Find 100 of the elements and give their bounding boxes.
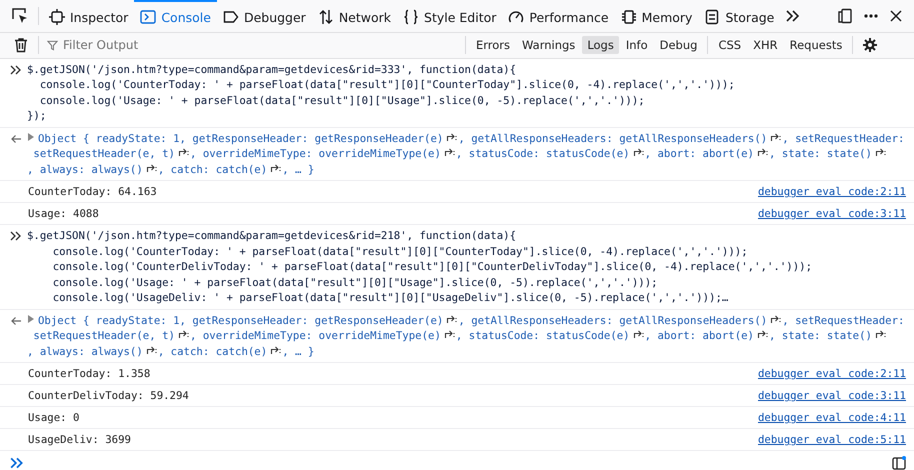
object-preview-text: Object { readyState: 1, getResponseHeader: [38, 312, 308, 328]
object-preview-text: abort(e) [702, 328, 754, 344]
object-preview-text: statusCode(e) [546, 146, 630, 162]
devtools-tab[interactable]: Style Editor [397, 0, 502, 32]
object-preview-text: , getAllResponseHeaders: [458, 312, 613, 328]
expand-triangle-icon[interactable] [27, 132, 35, 142]
source-location-link[interactable]: debugger eval code:3:11 [758, 207, 906, 220]
filter-toggle[interactable]: XHR [748, 36, 783, 54]
source-location-link[interactable]: debugger eval code:2:11 [758, 185, 906, 198]
filter-toggle[interactable]: Warnings [517, 36, 580, 54]
jump-to-definition-icon[interactable] [757, 147, 769, 157]
object-preview-text: always() [91, 162, 143, 177]
jump-to-definition-icon[interactable] [446, 314, 458, 324]
jump-to-definition-icon[interactable] [270, 162, 282, 172]
jump-to-definition-icon[interactable] [146, 344, 158, 354]
jump-to-definition-icon[interactable] [146, 162, 158, 172]
object-preview-text: catch(e) [216, 162, 268, 177]
devtools-tab[interactable]: Performance [502, 0, 615, 32]
log-message: Usage: 4088 [28, 207, 99, 220]
filter-output-field[interactable]: Filter Output [63, 38, 183, 52]
input-chevron-icon [10, 230, 22, 242]
filter-toggle[interactable]: Debug [654, 36, 702, 54]
source-location-link[interactable]: debugger eval code:5:11 [758, 433, 906, 446]
object-preview-text: state() [826, 146, 872, 162]
jump-to-definition-icon[interactable] [632, 147, 645, 157]
devtools-tab[interactable]: Debugger [216, 0, 312, 32]
filter-toggle[interactable]: Requests [784, 36, 848, 54]
object-preview-text: , overrideMimeType: [190, 328, 312, 344]
prompt-chevron-icon[interactable] [10, 456, 24, 470]
tab-icon [140, 9, 156, 25]
tab-icon [49, 9, 65, 25]
code-line: console.log('CounterToday: ' + parseFloat(data["result"][0]["CounterToday"].slice(0, -4).replace(',','.'))); [38, 77, 735, 92]
log-message: CounterToday: 64.163 [28, 185, 157, 198]
source-location-link[interactable]: debugger eval code:2:11 [758, 367, 906, 380]
tab-icon [508, 9, 524, 25]
object-preview-text: , always: [27, 162, 85, 177]
jump-to-definition-icon[interactable] [757, 329, 769, 339]
code-line: }); [27, 108, 48, 124]
source-location-link[interactable]: debugger eval code:4:11 [758, 411, 906, 424]
object-preview-text: , catch: [158, 162, 210, 177]
tab-icon [318, 9, 334, 25]
tab-icon [222, 9, 239, 25]
devtools-tab[interactable]: Storage [698, 0, 780, 32]
object-preview-text: , always: [27, 344, 85, 359]
log-message: UsageDeliv: 3699 [28, 433, 131, 446]
object-preview-text: , statusCode: [456, 146, 540, 162]
result-arrow-icon [10, 314, 22, 326]
jump-to-definition-icon[interactable] [444, 147, 456, 157]
object-preview-text: , catch: [158, 344, 210, 359]
object-preview-text: , statusCode: [456, 328, 540, 344]
object-preview-text: getAllResponseHeaders() [619, 130, 768, 146]
object-preview-text: getAllResponseHeaders() [619, 312, 768, 328]
tab-icon [704, 9, 720, 25]
code-line: console.log('CounterDelivToday: ' + parseFloat(data["result"][0]["CounterDelivToday"].slice(0, -4).replace(',','.'))); [52, 259, 812, 274]
filter-toggle[interactable]: CSS [713, 36, 746, 54]
object-preview-text: , getAllResponseHeaders: [458, 130, 613, 146]
jump-to-definition-icon[interactable] [770, 132, 782, 142]
object-preview-text: getResponseHeader(e) [314, 130, 444, 146]
jump-to-definition-icon[interactable] [444, 329, 456, 339]
tab-icon [403, 9, 420, 25]
jump-to-definition-icon[interactable] [270, 344, 282, 354]
object-preview-text: getResponseHeader(e) [314, 312, 444, 328]
object-preview-text: state() [826, 328, 872, 344]
jump-to-definition-icon[interactable] [874, 329, 887, 339]
code-line: $.getJSON('/json.htm?type=command&param=getdevices&rid=218', function(data){ [27, 228, 518, 244]
tab-icon [620, 9, 637, 25]
jump-to-definition-icon[interactable] [632, 329, 645, 339]
code-line: console.log('UsageDeliv: ' + parseFloat(data["result"][0]["UsageDeliv"].slice(0, -5).replace(',','.')));… [52, 290, 730, 306]
object-preview-text: , setRequestHeader: [782, 130, 904, 146]
jump-to-definition-icon[interactable] [446, 132, 458, 142]
funnel-icon [47, 40, 58, 51]
devtools-tab[interactable]: Inspector [43, 0, 134, 32]
object-preview-text: Object { readyState: 1, getResponseHeader: [38, 130, 308, 146]
jump-to-definition-icon[interactable] [770, 314, 782, 324]
code-line: $.getJSON('/json.htm?type=command&param=getdevices&rid=333', function(data){ [27, 62, 518, 77]
object-preview-text: , state: [769, 328, 820, 344]
object-preview-text: , overrideMimeType: [190, 146, 312, 162]
object-preview-text: abort(e) [702, 146, 754, 162]
expand-triangle-icon[interactable] [27, 314, 35, 324]
filter-toggle[interactable]: Logs [582, 36, 619, 54]
log-message: CounterDelivToday: 59.294 [28, 389, 189, 402]
object-preview-text: , … } [282, 162, 314, 177]
object-preview-text: , setRequestHeader: [782, 312, 904, 328]
devtools-tab[interactable]: Memory [614, 0, 698, 32]
object-preview-text: , abort: [644, 146, 696, 162]
object-preview-text: statusCode(e) [546, 328, 630, 344]
filter-toggle[interactable]: Errors [471, 36, 516, 54]
source-location-link[interactable]: debugger eval code:3:11 [758, 389, 906, 402]
log-message: Usage: 0 [28, 411, 80, 424]
filter-toggle[interactable]: Info [620, 36, 653, 54]
jump-to-definition-icon[interactable] [178, 329, 190, 339]
jump-to-definition-icon[interactable] [178, 147, 190, 157]
devtools-tab[interactable]: Network [312, 0, 398, 32]
object-preview-text: , state: [769, 146, 820, 162]
object-preview-text: always() [91, 344, 143, 359]
code-line: console.log('Usage: ' + parseFloat(data["result"][0]["Usage"].slice(0, -5).replace(',','.'))); [38, 92, 646, 108]
jump-to-definition-icon[interactable] [874, 147, 887, 157]
code-line: console.log('CounterToday: ' + parseFloat(data["result"][0]["CounterToday"].slice(0, -4).replace(',','.'))); [52, 244, 749, 259]
object-preview-text: , abort: [644, 328, 696, 344]
editor-toggle-icon[interactable] [892, 456, 906, 470]
